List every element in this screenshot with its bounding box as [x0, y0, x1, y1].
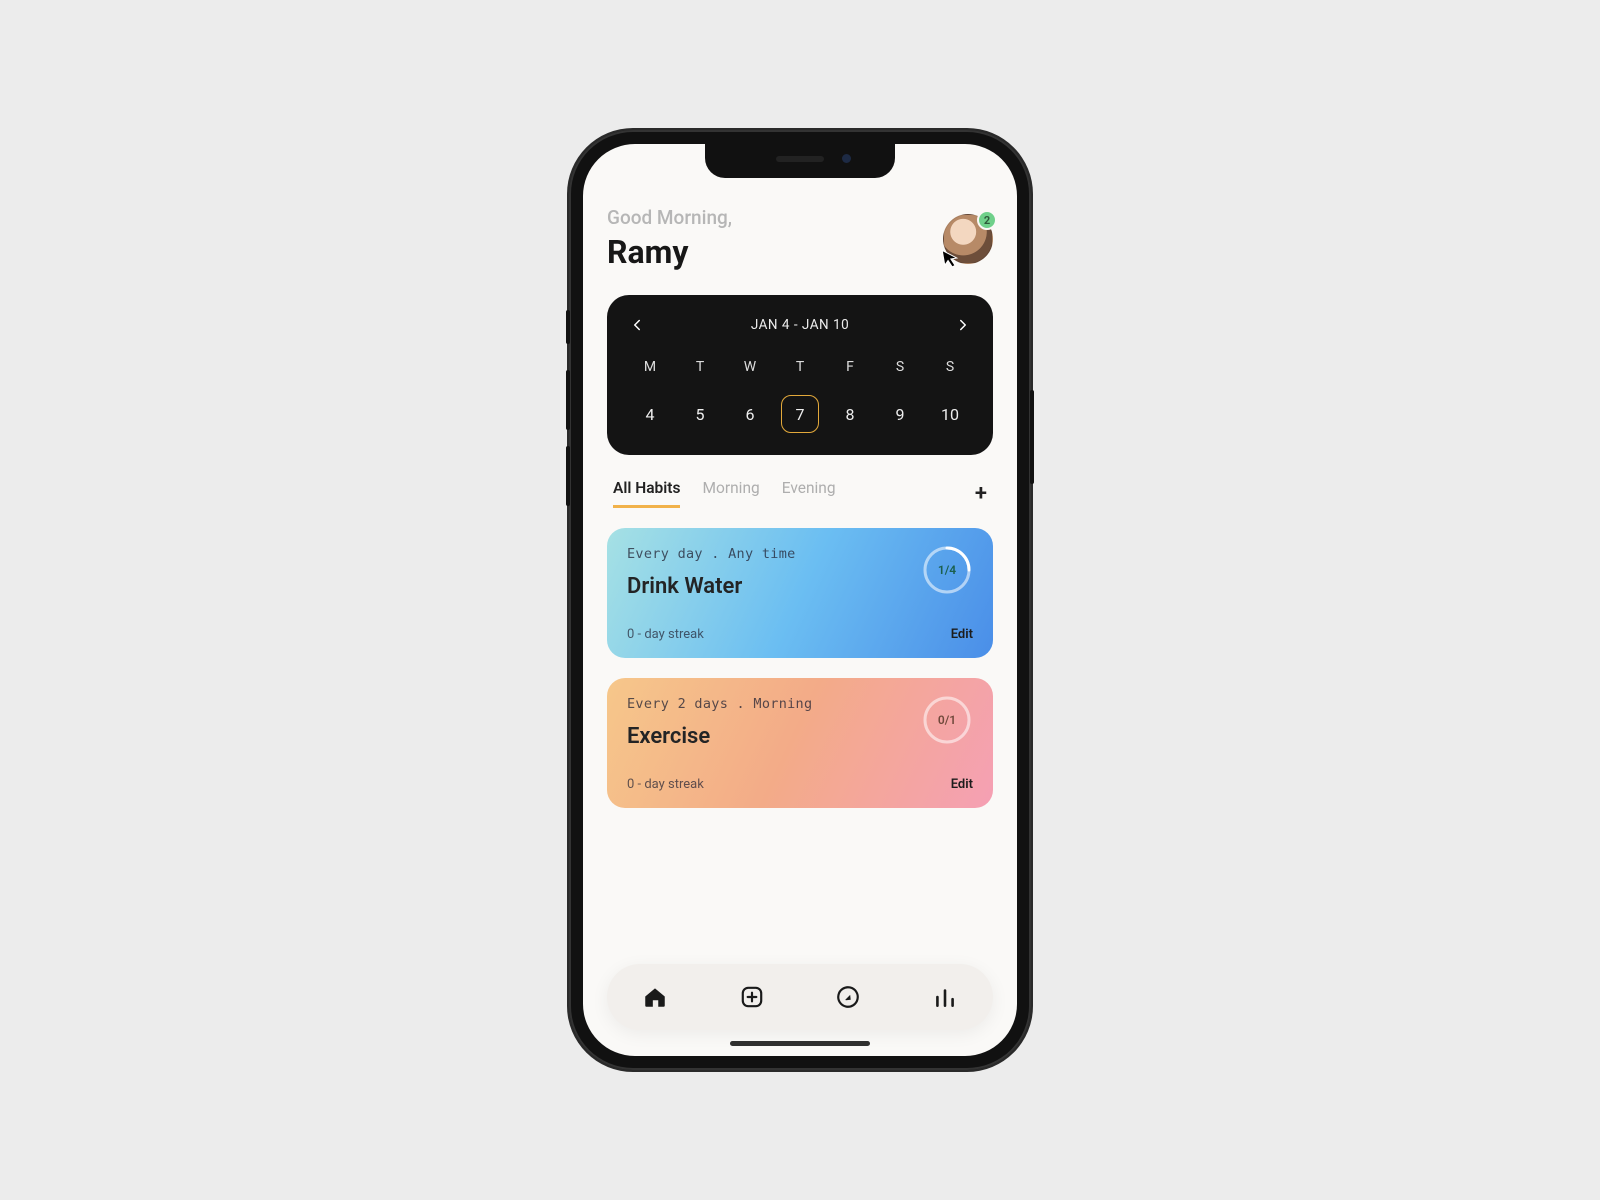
- calendar-dow: S: [925, 359, 975, 375]
- habit-edit-button[interactable]: Edit: [951, 627, 973, 642]
- calendar-dow: W: [725, 359, 775, 375]
- home-icon: [642, 984, 668, 1010]
- tab-all-habits[interactable]: All Habits: [613, 479, 680, 508]
- habit-tabs: All Habits Morning Evening: [613, 479, 836, 508]
- nav-explore[interactable]: [828, 977, 868, 1017]
- calendar-next-button[interactable]: [951, 313, 975, 337]
- plus-square-icon: [739, 984, 765, 1010]
- calendar-dow: S: [875, 359, 925, 375]
- habit-card[interactable]: Every 2 days . Morning Exercise 0/1 0 - …: [607, 678, 993, 808]
- nav-stats[interactable]: [925, 977, 965, 1017]
- chevron-right-icon: [954, 316, 972, 334]
- calendar-day[interactable]: 8: [825, 395, 875, 433]
- calendar-dow: T: [775, 359, 825, 375]
- notification-badge: 2: [977, 210, 997, 230]
- header: Good Morning, Ramy 2: [607, 206, 993, 271]
- calendar-day[interactable]: 4: [625, 395, 675, 433]
- calendar-dow: F: [825, 359, 875, 375]
- habit-streak: 0 - day streak: [627, 627, 704, 642]
- header-text: Good Morning, Ramy: [607, 206, 732, 271]
- home-indicator: [730, 1041, 870, 1046]
- habit-tabs-row: All Habits Morning Evening +: [607, 479, 993, 508]
- calendar-day[interactable]: 10: [925, 395, 975, 433]
- plus-icon: +: [975, 481, 987, 506]
- calendar-day[interactable]: 9: [875, 395, 925, 433]
- bottom-nav: [607, 964, 993, 1030]
- calendar-grid: M T W T F S S 4 5 6 7 8 9 10: [625, 359, 975, 433]
- calendar-range-label: JAN 4 - JAN 10: [751, 317, 849, 333]
- phone-side-button: [566, 446, 570, 506]
- calendar-prev-button[interactable]: [625, 313, 649, 337]
- habit-list: Every day . Any time Drink Water 1/4 0 -…: [607, 528, 993, 808]
- calendar-day-selected[interactable]: 7: [781, 395, 819, 433]
- habit-card[interactable]: Every day . Any time Drink Water 1/4 0 -…: [607, 528, 993, 658]
- greeting-text: Good Morning,: [607, 206, 732, 229]
- habit-progress-label: 1/4: [921, 544, 973, 596]
- nav-home[interactable]: [635, 977, 675, 1017]
- phone-frame: Good Morning, Ramy 2 JAN 4 - JAN 10: [569, 130, 1031, 1070]
- habit-progress-label: 0/1: [921, 694, 973, 746]
- chevron-left-icon: [628, 316, 646, 334]
- habit-streak: 0 - day streak: [627, 777, 704, 792]
- bar-chart-icon: [932, 984, 958, 1010]
- app-content: Good Morning, Ramy 2 JAN 4 - JAN 10: [583, 144, 1017, 1056]
- calendar-header: JAN 4 - JAN 10: [625, 313, 975, 337]
- calendar-day[interactable]: 5: [675, 395, 725, 433]
- week-calendar: JAN 4 - JAN 10 M T W T F S S 4 5 6 7: [607, 295, 993, 455]
- tab-evening[interactable]: Evening: [782, 479, 836, 508]
- calendar-dow: T: [675, 359, 725, 375]
- phone-screen: Good Morning, Ramy 2 JAN 4 - JAN 10: [583, 144, 1017, 1056]
- calendar-dow: M: [625, 359, 675, 375]
- habit-progress-ring[interactable]: 0/1: [921, 694, 973, 746]
- phone-side-button: [566, 370, 570, 430]
- phone-notch: [705, 144, 895, 178]
- habit-edit-button[interactable]: Edit: [951, 777, 973, 792]
- phone-side-button: [1030, 390, 1034, 484]
- tab-morning[interactable]: Morning: [702, 479, 759, 508]
- habit-progress-ring[interactable]: 1/4: [921, 544, 973, 596]
- user-name: Ramy: [607, 233, 732, 271]
- calendar-day[interactable]: 6: [725, 395, 775, 433]
- add-habit-filter-button[interactable]: +: [975, 481, 987, 506]
- nav-add[interactable]: [732, 977, 772, 1017]
- phone-side-button: [566, 310, 570, 344]
- compass-icon: [835, 984, 861, 1010]
